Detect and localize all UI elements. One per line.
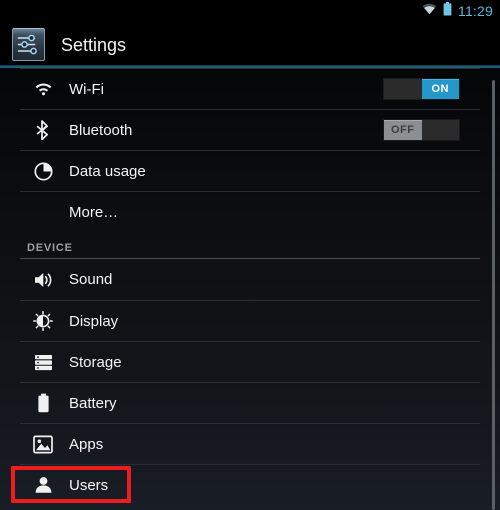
storage-bars-icon (29, 348, 57, 376)
brightness-icon (29, 307, 57, 335)
list-item-bluetooth[interactable]: Bluetooth OFF (20, 109, 480, 150)
list-item-sound[interactable]: Sound (20, 259, 480, 300)
list-item-label: Users (69, 476, 109, 494)
bluetooth-toggle[interactable]: OFF (383, 119, 460, 141)
status-bar: 11:29 (0, 0, 500, 22)
list-item-display[interactable]: Display (20, 300, 480, 341)
battery-icon (443, 1, 452, 21)
section-header-label: DEVICE (27, 242, 73, 254)
status-clock: 11:29 (458, 2, 493, 19)
list-item-label: Storage (69, 353, 122, 371)
android-settings-screen: 11:29 Settings Wi-Fi ON Bluetooth OFF Da… (0, 0, 500, 510)
list-item-apps[interactable]: Apps (20, 423, 480, 464)
list-item-data-usage[interactable]: Data usage (20, 150, 480, 191)
toggle-knob-label: ON (421, 79, 459, 99)
list-item-users[interactable]: Users (20, 464, 480, 505)
list-item-more[interactable]: More… (20, 191, 480, 232)
list-item-label: More… (69, 203, 119, 221)
battery-icon (29, 389, 57, 417)
list-item-label: Wi-Fi (69, 80, 104, 98)
list-item-label: Battery (69, 394, 117, 412)
list-item-battery[interactable]: Battery (20, 382, 480, 423)
list-item-label: Data usage (69, 162, 146, 180)
page-title: Settings (61, 34, 127, 55)
wifi-toggle[interactable]: ON (383, 78, 460, 100)
vertical-scrollbar[interactable] (492, 80, 495, 510)
list-item-storage[interactable]: Storage (20, 341, 480, 382)
section-header-device: DEVICE (20, 232, 480, 258)
bluetooth-icon (29, 116, 57, 144)
toggle-knob-label: OFF (384, 120, 422, 140)
speaker-icon (29, 266, 57, 294)
settings-sliders-icon[interactable] (12, 28, 45, 61)
wifi-icon (422, 2, 437, 20)
pie-chart-icon (29, 157, 57, 185)
list-item-label: Bluetooth (69, 121, 133, 139)
settings-list[interactable]: Wi-Fi ON Bluetooth OFF Data usage More… … (0, 68, 500, 510)
action-bar: Settings (0, 22, 500, 67)
list-item-label: Sound (69, 271, 113, 288)
wifi-icon (29, 75, 57, 103)
person-icon (29, 471, 57, 499)
list-item-wifi[interactable]: Wi-Fi ON (20, 68, 480, 109)
apps-image-icon (29, 430, 57, 458)
list-item-label: Display (69, 312, 119, 330)
list-item-label: Apps (69, 435, 104, 453)
